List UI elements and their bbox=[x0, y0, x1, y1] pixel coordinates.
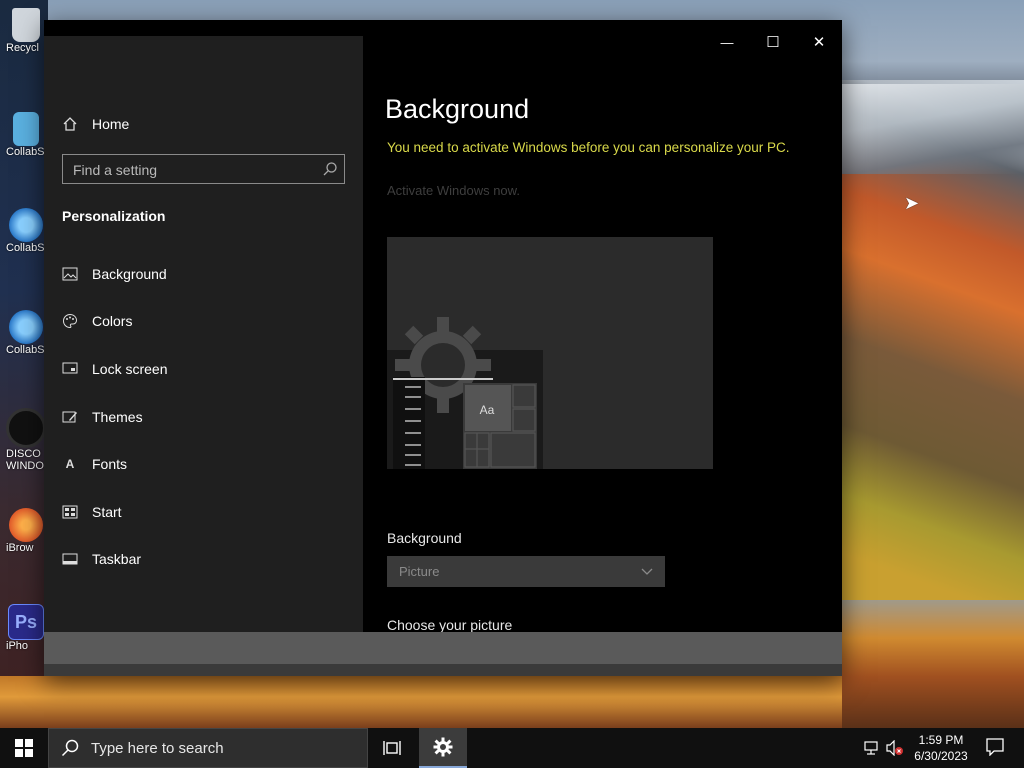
recycle-bin-icon bbox=[12, 8, 40, 42]
background-type-dropdown[interactable]: Picture bbox=[387, 556, 665, 587]
settings-window: Home Personalization Background Colors L… bbox=[44, 20, 842, 676]
sidebar-item-label: Taskbar bbox=[92, 551, 142, 568]
taskbar-search-placeholder: Type here to search bbox=[91, 739, 224, 757]
browser-icon bbox=[9, 508, 43, 542]
preview-tile-text: Aa bbox=[480, 403, 495, 417]
home-nav-item[interactable]: Home bbox=[62, 116, 129, 132]
lock-screen-icon bbox=[62, 361, 78, 377]
activate-windows-link[interactable]: Activate Windows now. bbox=[387, 183, 520, 198]
taskbar: Type here to search 1:59 PM 6/30/2023 bbox=[0, 728, 1024, 768]
close-button[interactable]: ✕ bbox=[796, 20, 842, 64]
taskbar-clock[interactable]: 1:59 PM 6/30/2023 bbox=[906, 732, 976, 764]
network-icon[interactable] bbox=[864, 741, 880, 755]
window-bottom-strip bbox=[44, 632, 842, 664]
desktop-icon-label: Recycl bbox=[6, 42, 40, 54]
palette-icon bbox=[62, 313, 78, 329]
fonts-icon: A bbox=[65, 457, 75, 472]
background-type-label: Background bbox=[387, 530, 462, 546]
section-title: Personalization bbox=[62, 208, 166, 224]
find-setting-box[interactable] bbox=[62, 154, 345, 185]
system-tray: 1:59 PM 6/30/2023 bbox=[856, 728, 1024, 768]
chevron-down-icon bbox=[641, 568, 653, 575]
desktop-icon-collab-2[interactable]: CollabS Cont bbox=[6, 208, 71, 254]
desktop-icon-browser[interactable]: iBrow bbox=[6, 508, 46, 554]
taskbar-settings-app[interactable] bbox=[419, 728, 467, 768]
settings-sidebar: Home Personalization Background Colors L… bbox=[44, 36, 363, 632]
windows-logo-icon bbox=[15, 739, 33, 757]
sidebar-item-background[interactable]: Background bbox=[62, 250, 342, 298]
window-bottom-edge bbox=[44, 664, 842, 676]
window-titlebar[interactable]: — ☐ ✕ bbox=[364, 20, 842, 64]
document-icon bbox=[13, 112, 39, 146]
background-preview: Aa bbox=[387, 237, 713, 469]
home-icon bbox=[63, 117, 77, 131]
background-type-value: Picture bbox=[399, 564, 440, 579]
desktop-icon-photoshop[interactable]: Ps iPho bbox=[6, 604, 46, 652]
sidebar-item-label: Lock screen bbox=[92, 360, 168, 377]
themes-icon bbox=[62, 409, 78, 425]
wallpaper-lake-left bbox=[0, 676, 842, 728]
sidebar-item-label: Start bbox=[92, 503, 122, 520]
minimize-icon: — bbox=[720, 34, 734, 50]
find-setting-input[interactable] bbox=[71, 155, 315, 185]
maximize-button[interactable]: ☐ bbox=[750, 20, 796, 64]
sidebar-item-lock-screen[interactable]: Lock screen bbox=[62, 345, 342, 393]
task-view-icon bbox=[383, 741, 401, 755]
clock-time: 1:59 PM bbox=[918, 733, 964, 747]
picture-icon bbox=[62, 266, 78, 282]
desktop-icon-recycle-bin[interactable]: Recycl bbox=[6, 8, 46, 54]
photoshop-icon: Ps bbox=[8, 604, 44, 640]
preview-illustration: Aa bbox=[387, 317, 543, 469]
gear-icon bbox=[433, 737, 453, 757]
start-icon bbox=[62, 504, 78, 520]
task-view-button[interactable] bbox=[372, 728, 412, 768]
sidebar-item-colors[interactable]: Colors bbox=[62, 298, 342, 346]
internet-explorer-icon bbox=[9, 310, 43, 344]
volume-muted-icon[interactable] bbox=[886, 740, 904, 756]
desktop-icon-disco[interactable]: DISCO WINDO bbox=[6, 408, 46, 472]
disc-icon bbox=[6, 408, 46, 448]
sidebar-item-label: Themes bbox=[92, 408, 143, 425]
wallpaper-lake bbox=[842, 600, 1024, 728]
mouse-cursor-icon: ➤ bbox=[904, 193, 920, 213]
personalization-nav: Background Colors Lock screen Themes A F… bbox=[62, 250, 342, 583]
minimize-button[interactable]: — bbox=[704, 20, 750, 64]
close-icon: ✕ bbox=[812, 34, 826, 51]
home-label: Home bbox=[92, 116, 130, 132]
choose-picture-label: Choose your picture bbox=[387, 617, 513, 632]
desktop-icon-label: iBrow bbox=[6, 542, 34, 554]
sidebar-item-taskbar[interactable]: Taskbar bbox=[62, 536, 342, 584]
sidebar-item-label: Fonts bbox=[92, 456, 128, 473]
search-icon bbox=[61, 739, 79, 757]
desktop-icon-collab-1[interactable]: CollabS bbox=[6, 112, 46, 158]
sidebar-item-fonts[interactable]: A Fonts bbox=[62, 440, 342, 488]
clock-date: 6/30/2023 bbox=[914, 749, 968, 763]
sidebar-item-label: Colors bbox=[92, 313, 133, 330]
internet-explorer-icon bbox=[9, 208, 43, 242]
notifications-icon[interactable] bbox=[986, 738, 1004, 756]
sidebar-item-themes[interactable]: Themes bbox=[62, 393, 342, 441]
search-icon[interactable] bbox=[322, 161, 338, 177]
sidebar-item-label: Background bbox=[92, 265, 167, 282]
page-title: Background bbox=[385, 94, 530, 124]
maximize-icon: ☐ bbox=[766, 34, 780, 51]
taskbar-search-box[interactable]: Type here to search bbox=[48, 728, 368, 768]
desktop-icon-label: iPho bbox=[6, 640, 29, 652]
desktop-icon-collab-3[interactable]: CollabS bbox=[6, 310, 46, 356]
desktop-icon-label: CollabS bbox=[6, 146, 45, 158]
sidebar-item-start[interactable]: Start bbox=[62, 488, 342, 536]
desktop-icon-label: CollabS bbox=[6, 344, 45, 356]
desktop-icon-label: CollabS Cont bbox=[6, 242, 71, 254]
activation-warning: You need to activate Windows before you … bbox=[387, 140, 790, 155]
start-button[interactable] bbox=[0, 728, 48, 768]
settings-content: Background You need to activate Windows … bbox=[363, 64, 842, 632]
taskbar-icon bbox=[62, 551, 78, 567]
wallpaper-snow bbox=[842, 84, 1024, 174]
